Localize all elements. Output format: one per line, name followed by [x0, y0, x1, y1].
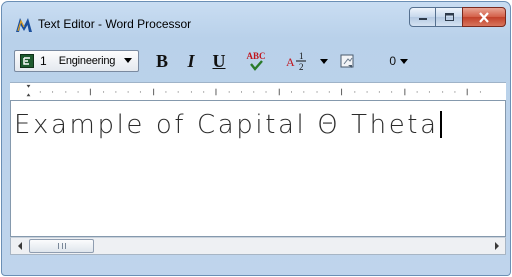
close-button[interactable]	[462, 7, 506, 27]
ruler[interactable]	[10, 82, 506, 100]
left-indent-marker	[26, 84, 31, 88]
font-selector[interactable]: 1 Engineering	[14, 50, 139, 72]
chevron-down-icon	[124, 58, 132, 63]
chevron-down-icon	[400, 58, 408, 64]
ruler-minor-tick	[378, 91, 380, 93]
underline-button[interactable]: U	[209, 50, 229, 72]
ruler-minor-tick	[291, 91, 292, 93]
ruler-minor-tick	[366, 91, 368, 93]
maximize-icon	[444, 13, 454, 21]
fraction-numerator: 1	[299, 51, 304, 61]
insert-field-icon	[340, 54, 354, 68]
fraction-whole: A	[286, 55, 295, 69]
ruler-minor-tick	[139, 91, 141, 93]
ruler-minor-tick	[265, 91, 267, 93]
ruler-minor-tick	[454, 91, 456, 93]
ruler-minor-tick	[354, 91, 356, 93]
ruler-minor-tick	[328, 91, 330, 93]
spell-check-button[interactable]: ABC	[242, 50, 270, 72]
chevron-left-icon	[17, 242, 22, 250]
ruler-minor-tick	[115, 91, 117, 93]
ruler-major-tick	[278, 88, 280, 96]
ruler-minor-tick	[416, 91, 418, 93]
scroll-left-button[interactable]	[11, 238, 28, 254]
fraction-icon: A 1 2	[286, 51, 306, 72]
text-editing-area[interactable]: Example of Capital Θ Theta	[10, 100, 506, 237]
window-title: Text Editor - Word Processor	[38, 17, 192, 31]
first-line-indent-marker	[26, 93, 31, 97]
ruler-minor-tick	[165, 91, 167, 93]
formatting-toolbar: 1 Engineering B I U ABC A 1 2 0	[10, 47, 506, 73]
spell-check-label: ABC	[246, 51, 265, 61]
ruler-minor-tick	[77, 91, 79, 93]
ruler-major-tick	[215, 88, 217, 96]
ruler-minor-tick	[241, 91, 242, 93]
editor-text: Example of Capital Θ Theta	[14, 110, 439, 140]
chevron-right-icon	[494, 242, 499, 250]
font-name: Engineering	[58, 55, 116, 67]
text-editor-window: Text Editor - Word Processor 1 Engineeri…	[1, 1, 511, 276]
ruler-minor-tick	[190, 91, 192, 93]
ruler-minor-tick	[203, 91, 205, 93]
number-value: 0	[389, 54, 396, 68]
ruler-minor-tick	[303, 91, 305, 93]
horizontal-scrollbar[interactable]	[10, 237, 506, 255]
ruler-minor-tick	[52, 91, 54, 93]
ruler-minor-tick	[253, 91, 255, 93]
font-type-icon	[20, 54, 34, 68]
ruler-minor-tick	[103, 91, 105, 93]
text-caret	[439, 111, 442, 138]
ruler-minor-tick	[391, 91, 393, 93]
ruler-minor-tick	[228, 91, 230, 93]
grip-icon	[57, 243, 66, 249]
ruler-minor-tick	[39, 91, 41, 93]
number-dropdown[interactable]	[398, 50, 410, 72]
minimize-icon	[418, 18, 427, 20]
ruler-minor-tick	[428, 91, 430, 93]
ruler-minor-tick	[127, 91, 129, 93]
scroll-right-button[interactable]	[488, 238, 505, 254]
ruler-major-tick	[341, 88, 343, 96]
maximize-button[interactable]	[436, 7, 462, 27]
ruler-minor-tick	[316, 91, 318, 93]
fraction-button[interactable]: A 1 2	[280, 50, 320, 72]
ruler-minor-tick	[177, 91, 179, 93]
fraction-denominator: 2	[299, 62, 304, 72]
ruler-minor-tick	[479, 91, 481, 93]
ruler-major-tick	[153, 88, 155, 96]
spell-check-icon: ABC	[246, 51, 266, 71]
scroll-thumb[interactable]	[29, 239, 94, 253]
chevron-down-icon	[320, 58, 328, 64]
minimize-button[interactable]	[409, 7, 436, 27]
ruler-minor-tick	[442, 91, 444, 93]
close-icon	[479, 11, 489, 23]
ruler-minor-tick	[65, 91, 67, 93]
ruler-major-tick	[404, 88, 406, 96]
font-number: 1	[40, 54, 47, 68]
ruler-major-tick	[89, 88, 91, 96]
italic-button[interactable]: I	[181, 50, 201, 72]
insert-field-button[interactable]	[336, 50, 358, 72]
bold-button[interactable]: B	[152, 50, 172, 72]
fraction-dropdown[interactable]	[318, 50, 330, 72]
window-controls	[409, 7, 506, 29]
ruler-ticks	[39, 88, 481, 96]
title-bar[interactable]: Text Editor - Word Processor	[2, 2, 510, 42]
microstation-m-icon	[16, 18, 32, 32]
ruler-major-tick	[466, 88, 468, 96]
